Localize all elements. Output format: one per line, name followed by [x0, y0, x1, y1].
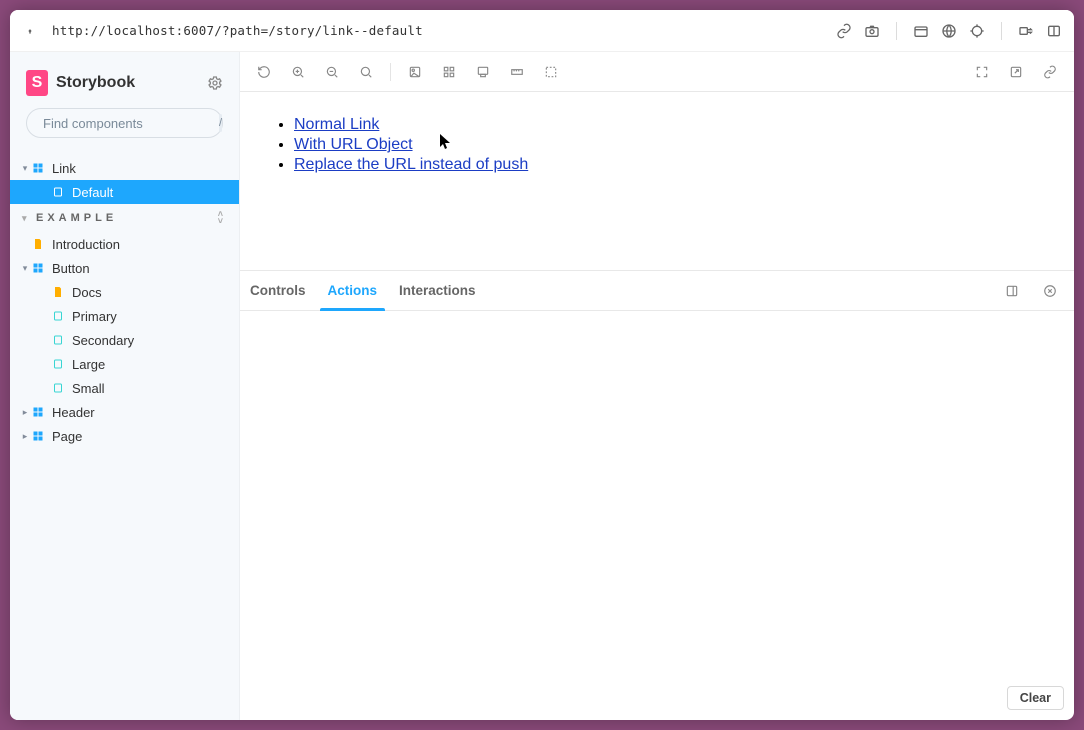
tree-label: Introduction [52, 237, 120, 252]
list-item: Normal Link [294, 116, 1048, 134]
measure-icon[interactable] [503, 58, 531, 86]
tree-label: Page [52, 429, 82, 444]
tree-label: Small [72, 381, 105, 396]
story-icon [52, 358, 66, 370]
chevron-down-icon: ▾ [20, 163, 30, 174]
component-icon [32, 430, 46, 442]
link-normal[interactable]: Normal Link [294, 116, 379, 133]
separator [896, 22, 897, 40]
tab-interactions[interactable]: Interactions [399, 271, 476, 310]
link-icon[interactable] [836, 23, 852, 39]
chevron-down-icon: ▾ [22, 213, 32, 224]
tab-controls[interactable]: Controls [250, 271, 306, 310]
component-icon [32, 262, 46, 274]
devtools-icon[interactable] [1018, 23, 1034, 39]
grid-icon[interactable] [435, 58, 463, 86]
close-panel-icon[interactable] [1036, 277, 1064, 305]
tree-group-example[interactable]: ▾ EXAMPLE ˄˅ [10, 204, 239, 232]
tree-label: Button [52, 261, 90, 276]
sidebar: S Storybook / ▾ Link [10, 52, 240, 720]
tree-component-page[interactable]: ▸ Page [10, 424, 239, 448]
addons-panel: Controls Actions Interactions Clear [240, 270, 1074, 720]
tree-story-button-small[interactable]: Small [10, 376, 239, 400]
story-icon [52, 334, 66, 346]
separator [390, 63, 391, 81]
search-shortcut: / [219, 114, 222, 132]
story-icon [52, 186, 66, 198]
background-icon[interactable] [401, 58, 429, 86]
tree-doc-introduction[interactable]: Introduction [10, 232, 239, 256]
sort-icon[interactable]: ˄˅ [218, 211, 227, 225]
sidebar-header: S Storybook [10, 52, 239, 108]
panel-icon[interactable] [1046, 23, 1062, 39]
gear-icon[interactable] [207, 75, 223, 91]
panel-position-icon[interactable] [998, 277, 1026, 305]
tree-story-link-default[interactable]: Default [10, 180, 239, 204]
viewport-icon[interactable] [469, 58, 497, 86]
chevron-down-icon: ▾ [20, 263, 30, 274]
tree-label: Secondary [72, 333, 134, 348]
target-icon[interactable] [969, 23, 985, 39]
open-new-tab-icon[interactable] [1002, 58, 1030, 86]
tree-label: Large [72, 357, 105, 372]
story-icon [52, 310, 66, 322]
fullscreen-icon[interactable] [968, 58, 996, 86]
chevron-right-icon: ▸ [20, 407, 30, 418]
search-field[interactable] [37, 116, 219, 131]
tree-label: Default [72, 185, 113, 200]
tree-label: Docs [72, 285, 102, 300]
brand-name: Storybook [56, 74, 135, 92]
search-input[interactable]: / [26, 108, 223, 138]
doc-icon [52, 286, 66, 298]
group-label: EXAMPLE [36, 212, 117, 224]
tree-component-header[interactable]: ▸ Header [10, 400, 239, 424]
chevron-right-icon: ▸ [20, 431, 30, 442]
tree-doc-button-docs[interactable]: Docs [10, 280, 239, 304]
addons-body: Clear [240, 311, 1074, 720]
component-icon [32, 162, 46, 174]
remount-icon[interactable] [250, 58, 278, 86]
link-replace[interactable]: Replace the URL instead of push [294, 156, 528, 173]
folder-icon[interactable] [913, 23, 929, 39]
tree-story-button-primary[interactable]: Primary [10, 304, 239, 328]
tree-label: Header [52, 405, 95, 420]
copy-link-icon[interactable] [1036, 58, 1064, 86]
storybook-logo-icon: S [26, 70, 48, 96]
addons-tabs: Controls Actions Interactions [240, 271, 1074, 311]
list-item: Replace the URL instead of push [294, 156, 1048, 174]
clear-button[interactable]: Clear [1007, 686, 1064, 710]
tree-component-button[interactable]: ▾ Button [10, 256, 239, 280]
camera-icon[interactable] [864, 23, 880, 39]
link-url-object[interactable]: With URL Object [294, 136, 413, 153]
preview-toolbar [240, 52, 1074, 92]
main-panel: Normal Link With URL Object Replace the … [240, 52, 1074, 720]
browser-toolbar: http://localhost:6007/?path=/story/link-… [10, 10, 1074, 52]
info-icon[interactable] [22, 23, 38, 39]
list-item: With URL Object [294, 136, 1048, 154]
tree-label: Link [52, 161, 76, 176]
zoom-in-icon[interactable] [284, 58, 312, 86]
tree-label: Primary [72, 309, 117, 324]
zoom-out-icon[interactable] [318, 58, 346, 86]
zoom-reset-icon[interactable] [352, 58, 380, 86]
separator [1001, 22, 1002, 40]
tree-story-button-secondary[interactable]: Secondary [10, 328, 239, 352]
doc-icon [32, 238, 46, 250]
component-icon [32, 406, 46, 418]
preview-canvas: Normal Link With URL Object Replace the … [240, 92, 1074, 270]
address-bar[interactable]: http://localhost:6007/?path=/story/link-… [52, 23, 822, 38]
tree-story-button-large[interactable]: Large [10, 352, 239, 376]
explorer-tree: ▾ Link Default ▾ EXAMPLE ˄˅ [10, 150, 239, 720]
link-list: Normal Link With URL Object Replace the … [266, 116, 1048, 174]
globe-icon[interactable] [941, 23, 957, 39]
tab-actions[interactable]: Actions [328, 271, 378, 310]
story-icon [52, 382, 66, 394]
outline-icon[interactable] [537, 58, 565, 86]
tree-component-link[interactable]: ▾ Link [10, 156, 239, 180]
